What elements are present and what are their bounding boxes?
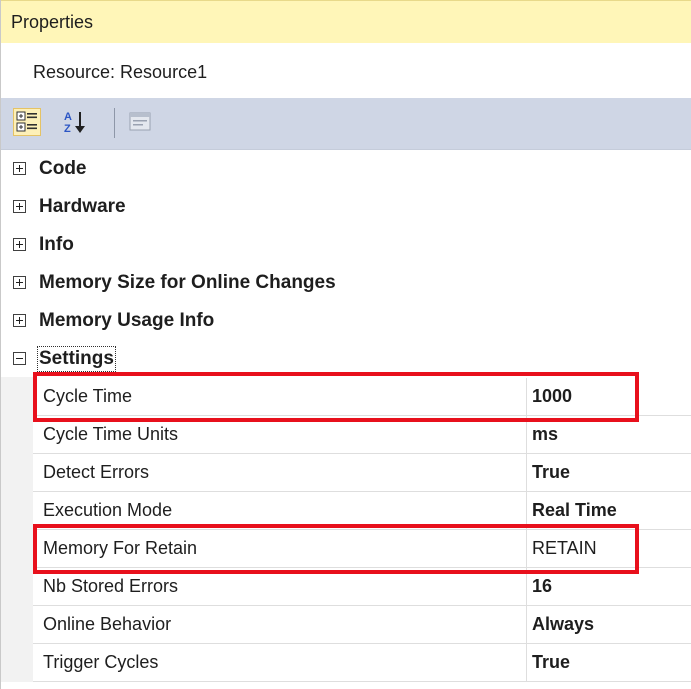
object-selector[interactable]: Resource: Resource1 bbox=[1, 43, 691, 98]
collapse-icon[interactable] bbox=[13, 352, 26, 365]
property-value[interactable]: 16 bbox=[532, 576, 552, 597]
resource-label: Resource: Resource1 bbox=[33, 62, 208, 82]
expand-icon[interactable] bbox=[13, 276, 26, 289]
category-label: Settings bbox=[37, 346, 116, 372]
category-label: Code bbox=[39, 158, 87, 179]
property-row-trigger-cycles[interactable]: Trigger Cycles True bbox=[1, 643, 691, 682]
categorized-icon bbox=[16, 111, 37, 132]
expand-icon[interactable] bbox=[13, 314, 26, 327]
column-divider[interactable] bbox=[526, 454, 527, 492]
row-gutter bbox=[1, 643, 33, 682]
category-info[interactable]: Info bbox=[1, 226, 691, 264]
property-pages-icon bbox=[129, 112, 151, 131]
row-gutter bbox=[1, 529, 33, 568]
categorized-button[interactable] bbox=[13, 108, 41, 136]
svg-text:Z: Z bbox=[64, 123, 71, 135]
row-gutter bbox=[1, 567, 33, 606]
category-memory-size-for-online-changes[interactable]: Memory Size for Online Changes bbox=[1, 264, 691, 302]
property-value[interactable]: True bbox=[532, 462, 570, 483]
expand-icon[interactable] bbox=[13, 238, 26, 251]
property-name: Cycle Time Units bbox=[43, 424, 179, 444]
property-name: Trigger Cycles bbox=[43, 652, 159, 672]
row-gutter bbox=[1, 377, 33, 416]
row-gutter bbox=[1, 605, 33, 644]
category-hardware[interactable]: Hardware bbox=[1, 188, 691, 226]
column-divider[interactable] bbox=[526, 644, 527, 682]
properties-panel: Properties Resource: Resource1 A Z Code … bbox=[0, 0, 691, 689]
column-divider[interactable] bbox=[526, 606, 527, 644]
category-label: Memory Usage Info bbox=[39, 310, 215, 331]
toolbar-separator bbox=[114, 108, 115, 138]
alphabetical-sort-button[interactable]: A Z bbox=[61, 108, 89, 136]
property-row-detect-errors[interactable]: Detect Errors True bbox=[1, 453, 691, 492]
properties-title-bar[interactable]: Properties bbox=[1, 0, 691, 43]
expand-icon[interactable] bbox=[13, 162, 26, 175]
property-name: Nb Stored Errors bbox=[43, 576, 179, 596]
property-value[interactable]: True bbox=[532, 652, 570, 673]
property-name: Detect Errors bbox=[43, 462, 150, 482]
row-gutter bbox=[1, 453, 33, 492]
row-gutter bbox=[1, 491, 33, 530]
properties-toolbar: A Z bbox=[1, 98, 691, 150]
category-memory-usage-info[interactable]: Memory Usage Info bbox=[1, 302, 691, 340]
row-gutter bbox=[1, 415, 33, 454]
category-label: Memory Size for Online Changes bbox=[39, 272, 336, 293]
svg-text:A: A bbox=[64, 111, 72, 123]
property-name: Online Behavior bbox=[43, 614, 172, 634]
property-value[interactable]: Real Time bbox=[532, 500, 617, 521]
category-label: Info bbox=[39, 234, 74, 255]
highlight-box-memory-for-retain bbox=[33, 524, 639, 574]
property-name: Execution Mode bbox=[43, 500, 173, 520]
property-pages-button[interactable] bbox=[126, 108, 154, 136]
alphabetical-sort-icon: A Z bbox=[64, 111, 85, 135]
expand-icon[interactable] bbox=[13, 200, 26, 213]
highlight-box-cycle-time bbox=[33, 372, 639, 422]
property-value[interactable]: ms bbox=[532, 424, 558, 445]
category-code[interactable]: Code bbox=[1, 150, 691, 188]
property-value[interactable]: Always bbox=[532, 614, 594, 635]
property-row-online-behavior[interactable]: Online Behavior Always bbox=[1, 605, 691, 644]
panel-title: Properties bbox=[11, 12, 94, 32]
category-label: Hardware bbox=[39, 196, 126, 217]
